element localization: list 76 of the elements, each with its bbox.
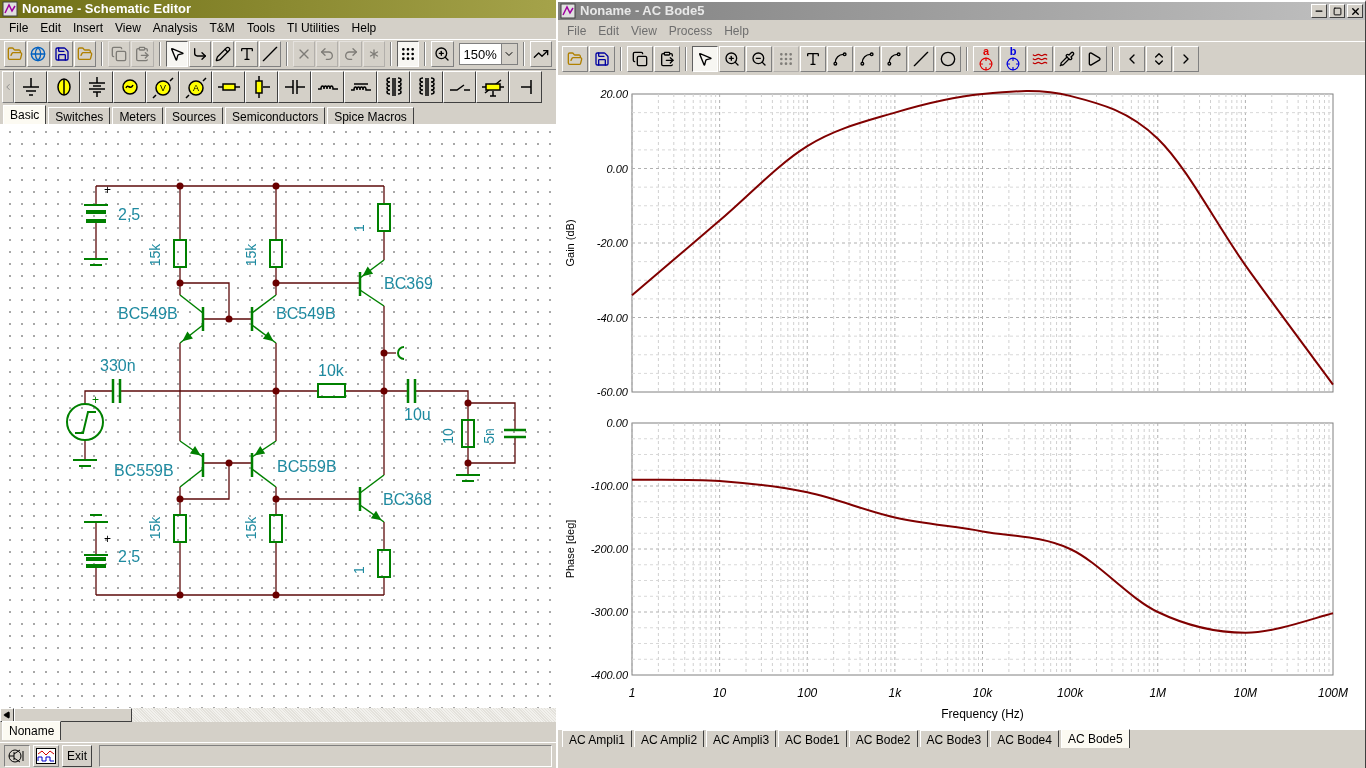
- diagram-tab[interactable]: AC Bode2: [848, 730, 918, 747]
- component-label: 15k: [147, 244, 163, 267]
- component-label: 1: [351, 224, 367, 233]
- axis-tick-label: -400.00: [590, 669, 628, 681]
- diagram-tab[interactable]: AC Ampli3: [706, 730, 777, 747]
- component-label: BC549B: [118, 305, 178, 323]
- component-label: BC559B: [114, 462, 174, 480]
- palette-tab[interactable]: Semiconductors: [225, 107, 326, 125]
- axis-tick-label: -300.00: [590, 606, 628, 618]
- component-label: 15k: [243, 517, 259, 540]
- polarity-label: +: [92, 393, 99, 408]
- axis-tick-label: 10k: [972, 686, 993, 700]
- palette-tab[interactable]: Switches: [48, 107, 111, 125]
- axis-tick-label: 20.00: [600, 88, 628, 100]
- menu-item[interactable]: Tools: [241, 19, 280, 38]
- diagram-tab[interactable]: AC Bode1: [778, 730, 847, 747]
- window-title: Noname - AC Bode5: [580, 2, 705, 21]
- cursor-button[interactable]: b: [1000, 45, 1026, 72]
- axis-tick-label: 1M: [1149, 686, 1167, 700]
- menu-item[interactable]: Edit: [35, 19, 67, 38]
- palette-tab[interactable]: Spice Macros: [327, 107, 414, 125]
- axis-tick-label: 1: [628, 686, 636, 700]
- palette-tab[interactable]: Meters: [112, 107, 164, 125]
- component-label: 10k: [318, 362, 344, 380]
- menu-item[interactable]: File: [4, 19, 34, 38]
- component-label: 10: [440, 428, 456, 445]
- axis-tick-label: -40.00: [596, 311, 628, 324]
- menu-item[interactable]: Insert: [68, 19, 109, 38]
- menu-item[interactable]: Help: [346, 19, 382, 38]
- axis-tick-label: 0.00: [606, 162, 628, 175]
- zoom-select[interactable]: 150%: [458, 43, 518, 66]
- menu-item[interactable]: T&M: [204, 19, 240, 38]
- diagram-tab[interactable]: AC Ampli1: [562, 730, 633, 747]
- component-label: 15k: [147, 517, 163, 540]
- axis-tick-label: 1k: [888, 686, 902, 700]
- diagram-tab[interactable]: AC Ampli2: [634, 730, 705, 747]
- component-label: 2,5: [118, 206, 141, 224]
- diagram-tab[interactable]: AC Bode5: [1060, 729, 1130, 748]
- axis-tick-label: -20.00: [596, 237, 628, 249]
- polarity-label: +: [104, 532, 111, 547]
- axis-tick-label: 10: [712, 686, 727, 700]
- window-title: Noname - Schematic Editor: [22, 0, 192, 19]
- axis-tick-label: 10M: [1233, 686, 1258, 700]
- menu-item[interactable]: TI Utilities: [281, 19, 345, 38]
- axis-tick-label: 100k: [1057, 686, 1084, 700]
- component-label: BC549B: [276, 305, 336, 323]
- axis-tick-label: -60.00: [596, 386, 628, 398]
- component-label: BC369: [384, 275, 433, 293]
- component-label: 15k: [243, 244, 259, 267]
- component-label: 330n: [100, 357, 136, 375]
- axis-tick-label: -200.00: [590, 543, 628, 555]
- diagram-tab[interactable]: AC Bode3: [919, 730, 989, 747]
- menu-item[interactable]: View: [110, 19, 146, 38]
- menu-item[interactable]: Analysis: [147, 19, 203, 38]
- cursor-letter: b: [1009, 46, 1017, 57]
- axis-tick-label: 100: [797, 686, 818, 700]
- document-tab[interactable]: Noname: [2, 721, 62, 741]
- component-label: 10u: [404, 406, 431, 424]
- palette-tab[interactable]: Basic: [3, 105, 47, 125]
- axis-title: Frequency (Hz): [941, 707, 1024, 721]
- axis-tick-label: -100.00: [590, 480, 628, 492]
- component-label: BC368: [383, 491, 432, 509]
- axis-title: Phase [deg]: [564, 519, 576, 579]
- component-label: 1: [351, 566, 367, 575]
- palette-tab[interactable]: Sources: [165, 107, 224, 125]
- diagram-tab[interactable]: AC Bode4: [990, 730, 1059, 747]
- component-label: 2,5: [118, 548, 141, 566]
- component-label: 5n: [481, 428, 497, 445]
- polarity-label: +: [104, 183, 111, 198]
- zoom-value: 150%: [462, 45, 498, 64]
- exit-button[interactable]: Exit: [62, 744, 92, 767]
- component-label: BC559B: [277, 458, 337, 476]
- cursor-letter: a: [982, 46, 990, 57]
- axis-tick-label: 100M: [1318, 686, 1348, 700]
- axis-title: Gain (dB): [564, 219, 576, 267]
- axis-tick-label: 0.00: [606, 417, 628, 429]
